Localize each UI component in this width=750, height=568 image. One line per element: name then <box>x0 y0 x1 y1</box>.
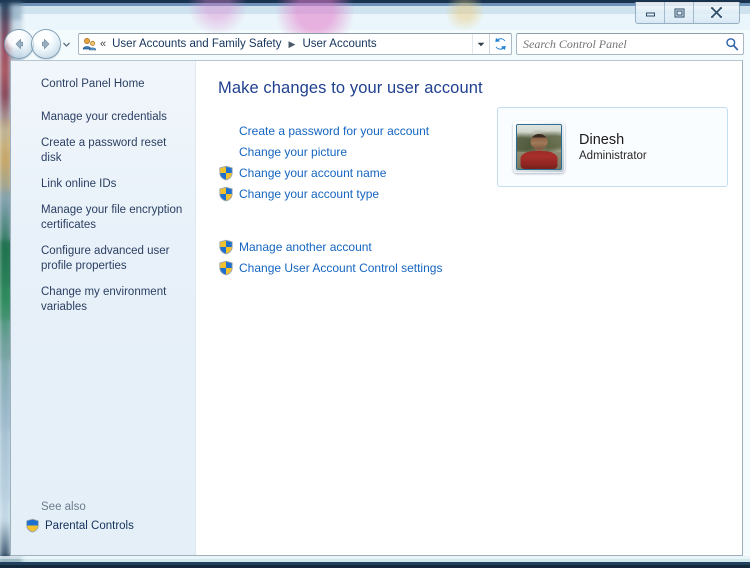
address-bar[interactable]: « User Accounts and Family Safety ▶ User… <box>78 33 512 55</box>
recent-pages-button[interactable] <box>61 33 72 55</box>
sidebar-item-file-encryption-certificates[interactable]: Manage your file encryption certificates <box>11 201 195 235</box>
task-change-picture-link[interactable]: Change your picture <box>239 145 347 159</box>
task-change-uac-settings[interactable]: Change User Account Control settings <box>218 257 742 278</box>
user-accounts-icon <box>79 37 99 51</box>
maximize-button[interactable] <box>665 2 694 23</box>
sidebar-item-advanced-user-profile[interactable]: Configure advanced user profile properti… <box>11 242 195 276</box>
task-change-account-type-link[interactable]: Change your account type <box>239 187 379 201</box>
back-arrow-icon <box>15 39 23 49</box>
breadcrumb-overflow[interactable]: « <box>99 38 110 50</box>
sidebar-item-parental-controls-label: Parental Controls <box>45 519 134 532</box>
sidebar-item-password-reset-disk[interactable]: Create a password reset disk <box>11 134 195 168</box>
uac-shield-icon <box>26 518 39 533</box>
chevron-down-icon <box>63 42 70 47</box>
minimize-button[interactable] <box>636 2 665 23</box>
search-input[interactable] <box>517 36 721 52</box>
forward-arrow-icon <box>42 39 50 49</box>
sidebar-item-control-panel-home[interactable]: Control Panel Home <box>11 75 195 94</box>
task-manage-another-account-link[interactable]: Manage another account <box>239 240 372 254</box>
avatar[interactable] <box>513 121 565 173</box>
search-icon[interactable] <box>721 37 743 51</box>
refresh-button[interactable] <box>489 34 511 54</box>
account-role: Administrator <box>579 150 647 162</box>
explorer-window: ? Control Panel Home Manage your credent… <box>10 60 743 556</box>
avatar-body <box>520 150 558 169</box>
uac-shield-icon <box>219 239 233 254</box>
minimize-icon <box>645 12 655 17</box>
uac-shield-icon <box>219 165 233 180</box>
sidebar: Control Panel Home Manage your credentia… <box>11 61 196 555</box>
desktop-background: « User Accounts and Family Safety ▶ User… <box>0 0 750 568</box>
see-also-title: See also <box>41 501 86 513</box>
page-title: Make changes to your user account <box>218 79 483 97</box>
address-dropdown-button[interactable] <box>472 34 489 54</box>
breadcrumb-separator-0[interactable]: ▶ <box>284 39 301 50</box>
sidebar-item-manage-credentials[interactable]: Manage your credentials <box>11 108 195 127</box>
breadcrumb-item-1[interactable]: User Accounts <box>300 37 378 51</box>
sidebar-item-link-online-ids[interactable]: Link online IDs <box>11 175 195 194</box>
close-button[interactable] <box>694 2 739 23</box>
close-icon <box>711 7 722 18</box>
chevron-down-icon <box>477 42 485 46</box>
account-summary-card[interactable]: Dinesh Administrator <box>497 107 728 187</box>
window-caption-buttons <box>635 2 740 24</box>
task-list-spacer <box>218 204 742 236</box>
sidebar-item-parental-controls[interactable]: Parental Controls <box>25 518 195 533</box>
avatar-image <box>516 124 562 170</box>
refresh-icon <box>495 37 506 50</box>
task-create-password-link[interactable]: Create a password for your account <box>239 124 429 138</box>
navigation-toolbar: « User Accounts and Family Safety ▶ User… <box>0 28 750 60</box>
task-change-account-name-link[interactable]: Change your account name <box>239 166 386 180</box>
avatar-head <box>530 133 548 149</box>
sidebar-item-environment-variables[interactable]: Change my environment variables <box>11 283 195 317</box>
breadcrumb-item-0[interactable]: User Accounts and Family Safety <box>110 37 283 51</box>
content-pane: Make changes to your user account Create… <box>196 61 742 555</box>
forward-button[interactable] <box>31 29 61 59</box>
back-button[interactable] <box>4 29 34 59</box>
account-text: Dinesh Administrator <box>579 132 647 162</box>
task-manage-another-account[interactable]: Manage another account <box>218 236 742 257</box>
window-bottom-edge <box>0 556 750 568</box>
nav-buttons <box>4 29 76 59</box>
uac-shield-icon <box>219 260 233 275</box>
see-also-section: See also Parental Controls <box>11 501 195 533</box>
account-name: Dinesh <box>579 132 625 148</box>
wallpaper-strip-edge <box>0 0 10 568</box>
task-change-uac-settings-link[interactable]: Change User Account Control settings <box>239 261 442 275</box>
search-box[interactable] <box>516 33 744 55</box>
uac-shield-icon <box>219 186 233 201</box>
maximize-icon <box>674 8 684 17</box>
